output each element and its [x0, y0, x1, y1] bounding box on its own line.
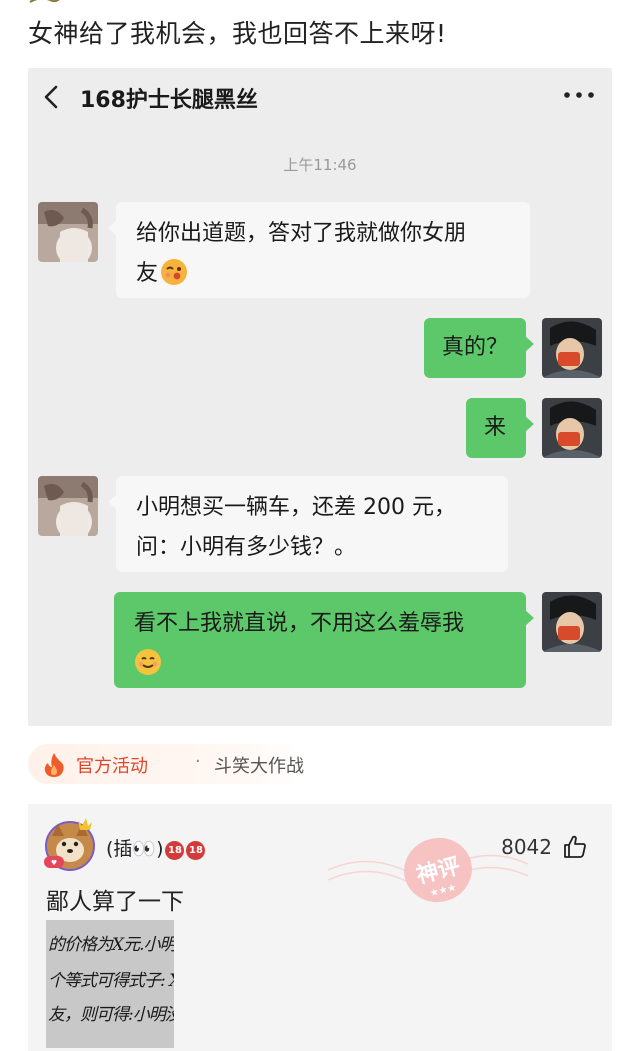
activity-separator: ·: [195, 751, 201, 772]
emoji-fragment-icon: [29, 0, 60, 3]
contact-avatar: [38, 202, 98, 262]
message-bubble-sent[interactable]: 看不上我就直说，不用这么羞辱我: [114, 592, 534, 688]
message-bubble-received[interactable]: 小明想买一辆车，还差 200 元， 问：小明有多少钱？。: [108, 476, 508, 572]
like-count: 8042: [501, 835, 552, 859]
svg-text:♥: ♥: [51, 859, 57, 867]
comment-username[interactable]: (插👀) 18 18: [106, 834, 206, 861]
message-text-line: 小明想买一辆车，还差 200 元，: [136, 495, 456, 520]
top-comment-card[interactable]: 神评 ★★★ ♥ (插👀) 18 18 8042 鄙人算了一下 的价格为X元.小…: [28, 804, 612, 1051]
message-text-line: 友: [136, 254, 510, 294]
message-text-line: [134, 644, 506, 684]
user-avatar[interactable]: ♥: [42, 816, 98, 872]
handwriting-line: 友，则可得:小明没: [48, 1005, 174, 1025]
chat-title: 168护士长腿黑丝: [80, 88, 258, 113]
handwriting-line: 个等式可得式子: X-: [48, 971, 174, 991]
message-text: 真的？: [442, 335, 509, 360]
my-avatar: [542, 592, 602, 652]
activity-subtitle: 斗笑大作战: [214, 756, 304, 777]
message-text-line: 问：小明有多少钱？。: [136, 535, 357, 560]
post-page: 女神给了我机会，我也回答不上来呀! 168护士长腿黑丝 上午11:46 给你出道…: [0, 0, 641, 1051]
back-arrow-icon: [44, 85, 58, 109]
comment-text: 鄙人算了一下: [46, 889, 184, 915]
message-text-line: 给你出道题，答对了我就做你女朋: [136, 221, 467, 246]
my-avatar: [542, 318, 602, 378]
chat-header: 168护士长腿黑丝: [28, 68, 612, 126]
thumbs-up-icon[interactable]: [562, 834, 588, 860]
message-bubble-sent[interactable]: 真的？: [424, 318, 534, 378]
message-timestamp: 上午11:46: [283, 156, 357, 174]
message-text-line: 看不上我就直说，不用这么羞辱我: [134, 611, 465, 636]
activity-name: 官方活动: [76, 756, 148, 777]
message-bubble-received[interactable]: 给你出道题，答对了我就做你女朋 友: [108, 202, 530, 298]
activity-tag[interactable]: 官方活动 · 斗笑大作战: [28, 744, 306, 784]
more-options-icon: [562, 88, 596, 102]
my-avatar: [542, 398, 602, 458]
message-bubble-sent[interactable]: 来: [466, 398, 534, 458]
fire-icon: [44, 753, 64, 777]
post-text: 女神给了我机会，我也回答不上来呀!: [28, 19, 447, 48]
comment-image-handwriting[interactable]: 的价格为X元.小明 个等式可得式子: X- 友，则可得:小明没: [46, 920, 174, 1048]
god-comment-stamp: 神评 ★★★: [328, 837, 528, 903]
handwriting-line: 的价格为X元.小明: [48, 935, 174, 955]
contact-avatar: [38, 476, 98, 536]
badge-18-icon: 18: [165, 841, 185, 860]
chat-screenshot-image[interactable]: 168护士长腿黑丝 上午11:46 给你出道题，答对了我就做你女朋 友 真的？ …: [28, 68, 612, 726]
kissing-face-emoji-icon: [160, 258, 188, 286]
message-text: 来: [484, 415, 507, 440]
badge-18-icon: 18: [186, 841, 206, 860]
smiling-face-emoji-icon: [134, 648, 162, 676]
